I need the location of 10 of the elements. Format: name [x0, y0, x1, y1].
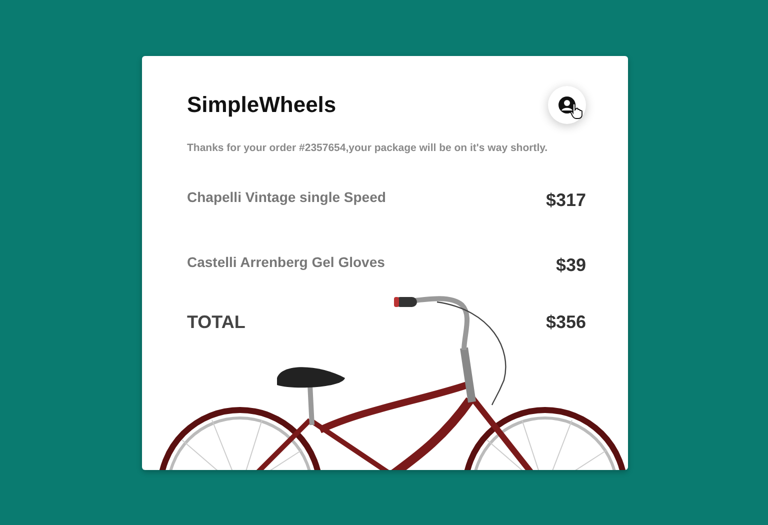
item-price: $317	[546, 188, 586, 212]
item-name: Castelli Arrenberg Gel Gloves	[187, 252, 385, 272]
brand-title: SimpleWheels	[187, 92, 336, 118]
account-button[interactable]	[548, 86, 586, 124]
total-amount: $356	[546, 310, 586, 334]
pointer-hand-icon	[570, 103, 583, 119]
item-name: Chapelli Vintage single Speed	[187, 188, 386, 207]
order-message: Thanks for your order #2357654,your package will be on it's way shortly.	[187, 141, 549, 156]
item-price: $39	[556, 254, 586, 277]
total-label: TOTAL	[187, 310, 246, 334]
